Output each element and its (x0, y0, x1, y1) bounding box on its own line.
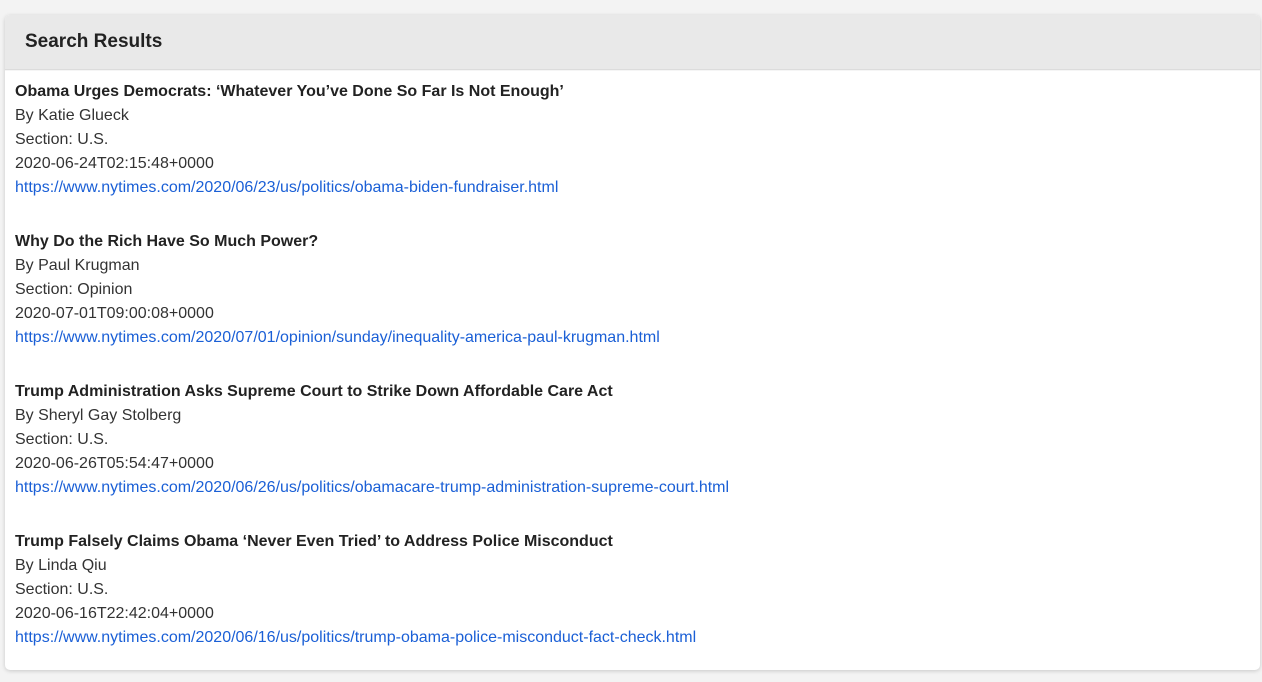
search-results-panel: Search Results Obama Urges Democrats: ‘W… (5, 15, 1260, 670)
result-section: Section: U.S. (15, 431, 109, 448)
result-date: 2020-07-01T09:00:08+0000 (15, 305, 214, 322)
result-title: Obama Urges Democrats: ‘Whatever You’ve … (15, 83, 564, 100)
result-title: Trump Falsely Claims Obama ‘Never Even T… (15, 533, 613, 550)
result-section: Section: U.S. (15, 581, 109, 598)
result-section: Section: U.S. (15, 131, 109, 148)
result-item: Trump Administration Asks Supreme Court … (15, 380, 1250, 500)
results-list: Obama Urges Democrats: ‘Whatever You’ve … (5, 70, 1260, 650)
result-date: 2020-06-24T02:15:48+0000 (15, 155, 214, 172)
panel-header: Search Results (5, 15, 1260, 70)
result-byline: By Linda Qiu (15, 557, 107, 574)
result-section: Section: Opinion (15, 281, 133, 298)
result-link[interactable]: https://www.nytimes.com/2020/06/16/us/po… (15, 626, 696, 650)
result-date: 2020-06-26T05:54:47+0000 (15, 455, 214, 472)
result-date: 2020-06-16T22:42:04+0000 (15, 605, 214, 622)
result-item: Why Do the Rich Have So Much Power? By P… (15, 230, 1250, 350)
result-link[interactable]: https://www.nytimes.com/2020/06/26/us/po… (15, 476, 729, 500)
result-byline: By Katie Glueck (15, 107, 129, 124)
result-byline: By Sheryl Gay Stolberg (15, 407, 182, 424)
result-item: Obama Urges Democrats: ‘Whatever You’ve … (15, 80, 1250, 200)
result-item: Trump Falsely Claims Obama ‘Never Even T… (15, 530, 1250, 650)
result-title: Trump Administration Asks Supreme Court … (15, 383, 613, 400)
result-link[interactable]: https://www.nytimes.com/2020/06/23/us/po… (15, 176, 558, 200)
result-byline: By Paul Krugman (15, 257, 140, 274)
panel-title: Search Results (25, 31, 163, 52)
result-title: Why Do the Rich Have So Much Power? (15, 233, 319, 250)
result-link[interactable]: https://www.nytimes.com/2020/07/01/opini… (15, 326, 660, 350)
